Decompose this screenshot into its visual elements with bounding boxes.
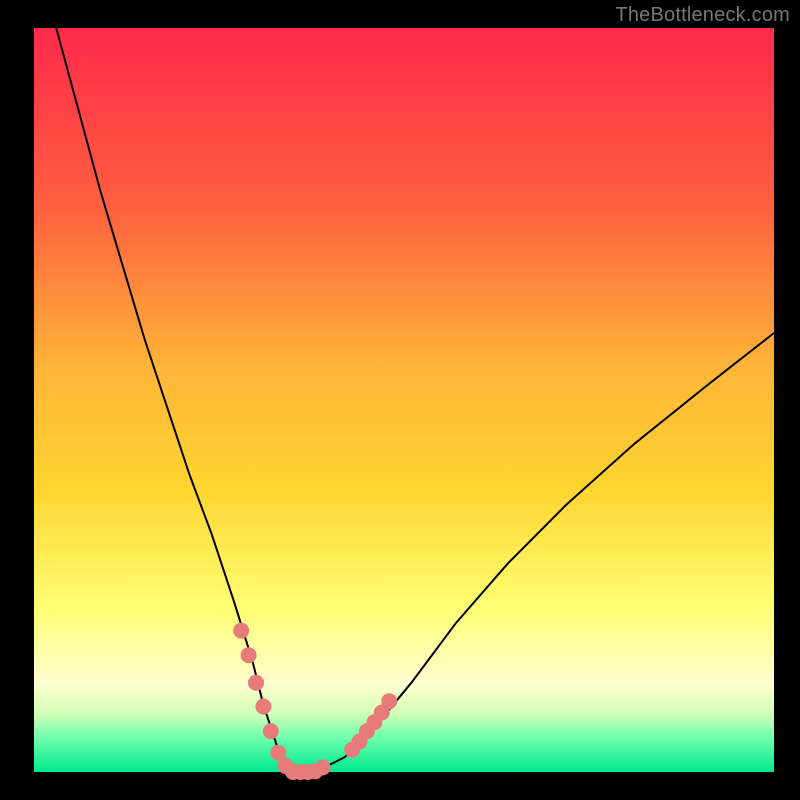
chart-frame: TheBottleneck.com: [0, 0, 800, 800]
curve-marker: [241, 647, 257, 663]
curve-marker: [233, 623, 249, 639]
bottleneck-chart: [0, 0, 800, 800]
curve-marker: [255, 699, 271, 715]
plot-background: [34, 28, 774, 772]
curve-marker: [381, 693, 397, 709]
curve-marker: [263, 723, 279, 739]
curve-marker: [248, 675, 264, 691]
curve-marker: [315, 760, 331, 776]
watermark-text: TheBottleneck.com: [615, 4, 790, 27]
